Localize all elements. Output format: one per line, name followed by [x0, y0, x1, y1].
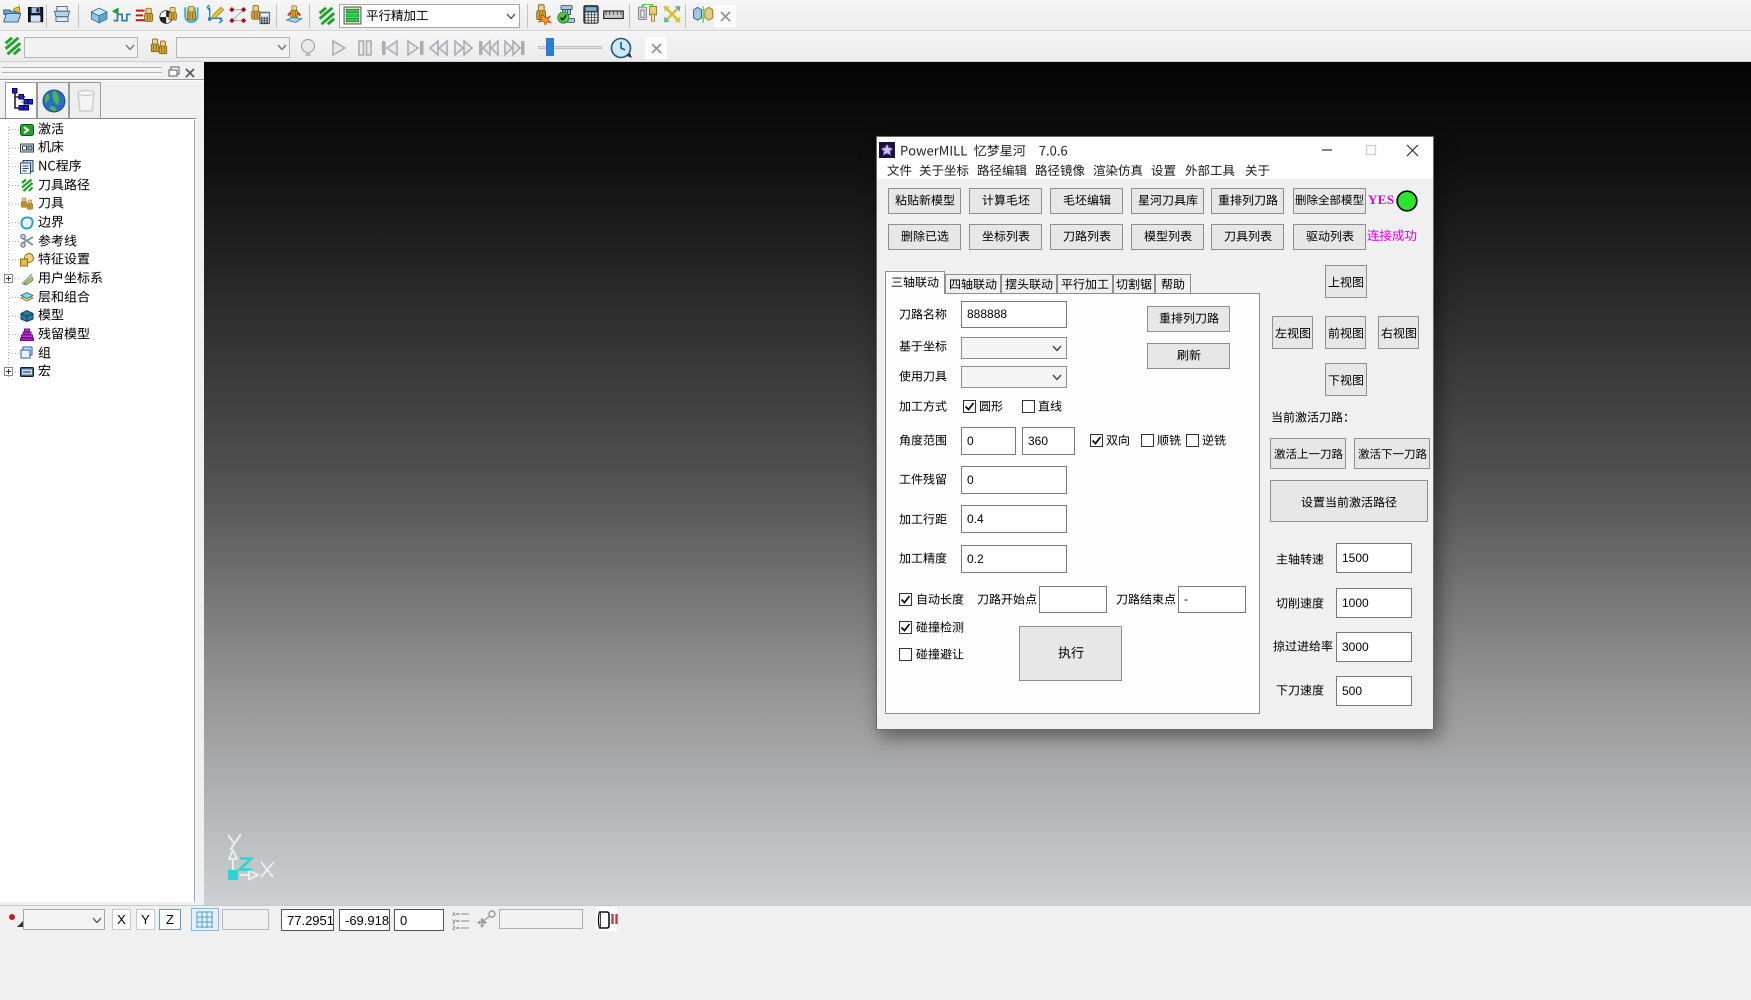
svg-text:z=: z=: [452, 925, 460, 930]
svg-text:x=: x=: [452, 911, 460, 918]
svg-text:y=: y=: [452, 918, 460, 925]
